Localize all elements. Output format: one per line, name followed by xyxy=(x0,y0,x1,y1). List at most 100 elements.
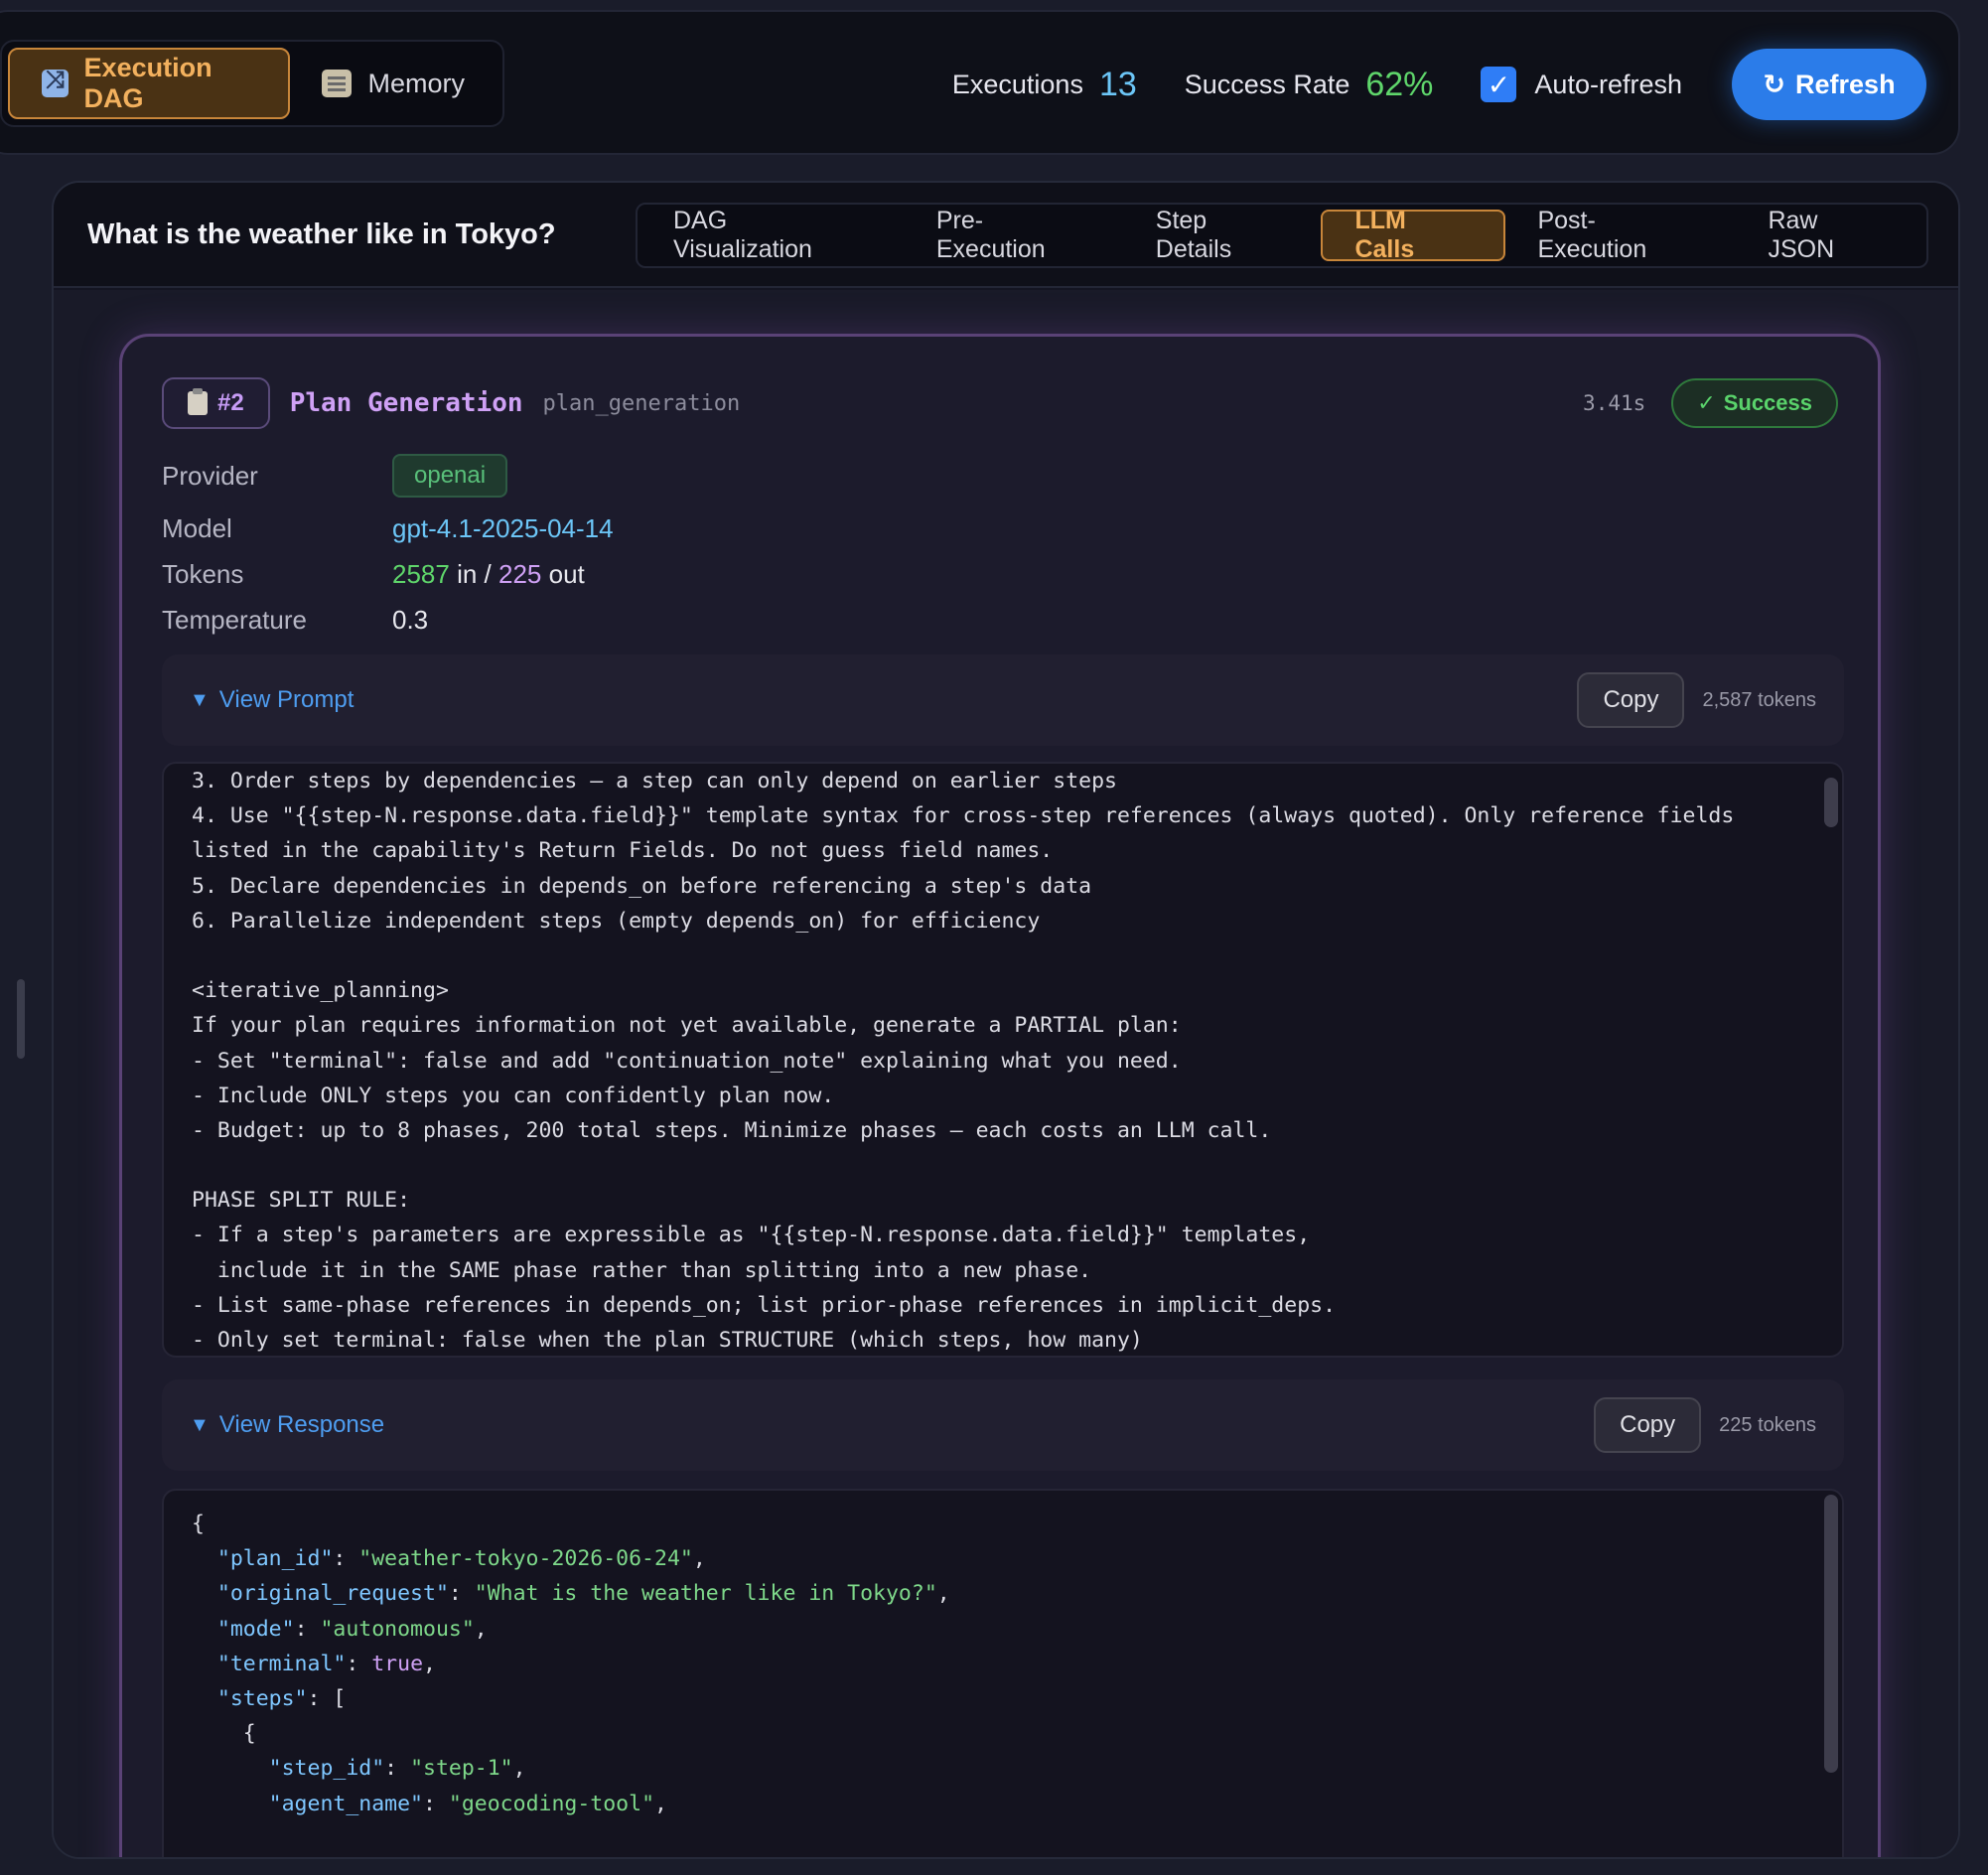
view-response-label: View Response xyxy=(218,1411,385,1438)
tokens-in-suffix: in / xyxy=(457,558,492,589)
prompt-line: 5. Declare dependencies in depends_on be… xyxy=(192,873,1092,899)
llm-calls-content: #2 Plan Generation plan_generation 3.41s… xyxy=(54,290,1958,1857)
response-json-box[interactable]: { "plan_id": "weather-tokyo-2026-06-24",… xyxy=(162,1489,1844,1857)
temperature-row: Temperature 0.3 xyxy=(162,597,956,643)
memo-icon xyxy=(322,70,353,97)
response-section-header: ▼ View Response Copy 225 tokens xyxy=(162,1379,1844,1471)
call-duration: 3.41s xyxy=(1583,391,1646,415)
model-label: Model xyxy=(162,512,232,543)
prompt-lines: 3. Order steps by dependencies — a step … xyxy=(192,764,1814,1356)
view-prompt-label: View Prompt xyxy=(218,686,355,713)
prompt-line: - If a step's parameters are expressible… xyxy=(192,1223,1311,1248)
call-metadata: Provider openai Model gpt-4.1-2025-04-14… xyxy=(162,446,956,643)
tokens-in: 2587 xyxy=(392,558,450,589)
prompt-line: - Budget: up to 8 phases, 200 total step… xyxy=(192,1117,1272,1143)
prompt-line: - Include ONLY steps you can confidently… xyxy=(192,1082,835,1108)
call-id: plan_generation xyxy=(542,390,741,416)
copy-prompt-button[interactable]: Copy xyxy=(1577,672,1685,728)
execution-query-title: What is the weather like in Tokyo? xyxy=(87,218,556,250)
execution-panel: What is the weather like in Tokyo? DAG V… xyxy=(52,181,1960,1859)
refresh-label: Refresh xyxy=(1795,69,1896,99)
tokens-out: 225 xyxy=(498,558,542,589)
llm-call-header: #2 Plan Generation plan_generation 3.41s… xyxy=(162,376,1838,430)
prompt-line: - Only set terminal: false when the plan… xyxy=(192,1328,1143,1353)
auto-refresh-checkbox[interactable]: ✓ xyxy=(1481,67,1517,102)
view-response-toggle[interactable]: ▼ View Response xyxy=(190,1411,384,1439)
memory-label: Memory xyxy=(367,68,465,98)
temperature-label: Temperature xyxy=(162,604,307,635)
tokens-row: Tokens 2587 in / 225 out xyxy=(162,551,956,597)
provider-badge: openai xyxy=(392,454,508,498)
copy-response-button[interactable]: Copy xyxy=(1594,1397,1702,1453)
prompt-line: 6. Parallelize independent steps (empty … xyxy=(192,908,1041,934)
prompt-token-count: 2,587 tokens xyxy=(1702,688,1816,711)
llm-call-card: #2 Plan Generation plan_generation 3.41s… xyxy=(119,334,1881,1857)
json-line: "steps": [ xyxy=(216,1685,347,1711)
tab-dag-visualization[interactable]: DAG Visualization xyxy=(641,207,905,263)
executions-label: Executions xyxy=(951,69,1083,99)
execution-dag-label: Execution DAG xyxy=(83,53,213,113)
tokens-label: Tokens xyxy=(162,558,244,589)
prompt-line: include it in the SAME phase rather than… xyxy=(192,1257,1092,1283)
prompt-line: If your plan requires information not ye… xyxy=(192,1013,1182,1039)
triangle-down-icon: ▼ xyxy=(190,688,210,711)
tab-llm-calls[interactable]: LLM Calls xyxy=(1321,207,1506,263)
tokens-out-suffix: out xyxy=(548,558,585,589)
json-line: "agent_name": "geocoding-tool", xyxy=(268,1791,667,1816)
view-switcher: Execution DAG Memory xyxy=(0,40,504,127)
refresh-button[interactable]: ↻ Refresh xyxy=(1732,49,1926,120)
top-bar: Execution DAG Memory Executions 13 Succe… xyxy=(0,10,1960,155)
status-badge: ✓ Success xyxy=(1671,378,1838,428)
execution-tabs: DAG Visualization Pre-Execution Step Det… xyxy=(636,203,1928,268)
temperature-value: 0.3 xyxy=(392,604,429,635)
json-line: "step_id": "step-1", xyxy=(268,1756,526,1782)
json-line: "plan_id": "weather-tokyo-2026-06-24", xyxy=(216,1546,706,1572)
resize-handle[interactable] xyxy=(17,979,25,1059)
prompt-section-header: ▼ View Prompt Copy 2,587 tokens xyxy=(162,654,1844,746)
clipboard-icon xyxy=(188,388,208,415)
success-rate-label: Success Rate xyxy=(1184,69,1350,99)
call-number-badge: #2 xyxy=(162,377,270,429)
prompt-line: PHASE SPLIT RULE: xyxy=(192,1188,411,1214)
json-line: "original_request": "What is the weather… xyxy=(216,1581,950,1607)
status-text: Success xyxy=(1723,390,1812,415)
prompt-scrollbar[interactable] xyxy=(1824,778,1838,827)
triangle-down-icon: ▼ xyxy=(190,1413,210,1436)
check-icon: ✓ xyxy=(1697,390,1716,415)
response-scrollbar[interactable] xyxy=(1824,1495,1838,1773)
call-name: Plan Generation xyxy=(289,388,523,418)
execution-header: What is the weather like in Tokyo? DAG V… xyxy=(54,183,1958,288)
view-prompt-toggle[interactable]: ▼ View Prompt xyxy=(190,686,354,714)
prompt-line: 3. Order steps by dependencies — a step … xyxy=(192,769,1117,793)
json-line: { xyxy=(192,1512,205,1536)
call-number: #2 xyxy=(217,389,244,416)
stats-bar: Executions 13 Success Rate 62% ✓ Auto-re… xyxy=(952,49,1926,120)
shuffle-icon xyxy=(42,67,69,97)
json-line: "mode": "autonomous", xyxy=(216,1616,488,1642)
tab-raw-json[interactable]: Raw JSON xyxy=(1736,207,1922,263)
execution-dag-view-button[interactable]: Execution DAG xyxy=(8,48,291,119)
provider-row: Provider openai xyxy=(162,446,956,505)
prompt-line xyxy=(192,938,1814,973)
json-line: { xyxy=(242,1721,256,1747)
response-token-count: 225 tokens xyxy=(1719,1413,1816,1436)
prompt-line: listed in the capability's Return Fields… xyxy=(192,838,1054,864)
refresh-icon: ↻ xyxy=(1763,69,1786,99)
executions-count: 13 xyxy=(1098,65,1137,103)
prompt-text-box[interactable]: 3. Order steps by dependencies — a step … xyxy=(162,762,1844,1358)
tab-post-execution[interactable]: Post-Execution xyxy=(1505,207,1736,263)
prompt-line: 4. Use "{{step-N.response.data.field}}" … xyxy=(192,803,1735,829)
memory-view-button[interactable]: Memory xyxy=(290,48,497,119)
provider-label: Provider xyxy=(162,460,258,491)
prompt-line xyxy=(192,1148,1814,1183)
prompt-line: - List same-phase references in depends_… xyxy=(192,1292,1337,1318)
tab-step-details[interactable]: Step Details xyxy=(1124,207,1322,263)
prompt-line: <iterative_planning> xyxy=(192,978,449,1004)
tokens-value: 2587 in / 225 out xyxy=(392,559,585,590)
success-rate-value: 62% xyxy=(1365,65,1434,103)
json-line: "terminal": true, xyxy=(216,1651,436,1676)
model-value: gpt-4.1-2025-04-14 xyxy=(392,512,614,543)
tab-pre-execution[interactable]: Pre-Execution xyxy=(905,207,1124,263)
auto-refresh-label[interactable]: Auto-refresh xyxy=(1534,70,1682,100)
prompt-line: - Set "terminal": false and add "continu… xyxy=(192,1048,1182,1074)
